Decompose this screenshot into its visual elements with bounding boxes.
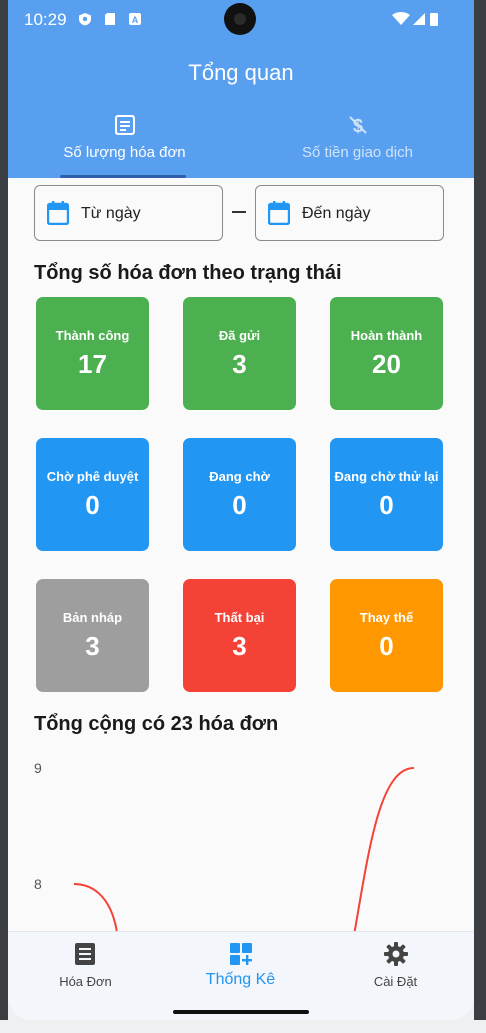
calendar-icon	[47, 201, 69, 225]
chart-series-line	[73, 767, 415, 932]
nav-invoices[interactable]: Hóa Đơn	[8, 932, 163, 1002]
from-date-field[interactable]: Từ ngày	[34, 185, 223, 241]
page-title: Tổng quan	[188, 60, 294, 85]
status-card-label: Đang chờ	[209, 469, 270, 484]
date-range-separator	[232, 211, 246, 213]
status-card-label: Chờ phê duyệt	[46, 469, 139, 484]
status-card-value: 0	[379, 490, 394, 520]
status-card-label: Đang chờ thử lại	[334, 469, 439, 484]
to-date-field[interactable]: Đến ngày	[255, 185, 444, 241]
status-bar: 10:29 A	[8, 0, 474, 40]
tab-invoice-count[interactable]: Số lượng hóa đơn	[8, 110, 241, 178]
from-date-label: Từ ngày	[81, 205, 141, 222]
app-screen: 10:29 A Tổng quan Số lượng hóa đơn Số ti…	[8, 0, 474, 1020]
tab-label: Số tiền giao dịch	[302, 144, 413, 161]
status-card-failed[interactable]: Thất bại 3	[183, 579, 296, 692]
status-card-completed[interactable]: Hoàn thành 20	[330, 297, 443, 410]
invoice-chart: 9 8	[8, 752, 474, 932]
front-camera	[224, 3, 256, 35]
nav-label: Cài Đặt	[373, 974, 418, 989]
receipt-long-icon	[75, 943, 95, 965]
status-card-value: 20	[372, 349, 401, 379]
money-off-icon: $	[349, 116, 367, 136]
nav-label: Thống Kê	[205, 971, 276, 988]
status-card-draft[interactable]: Bản nháp 3	[36, 579, 149, 692]
dashboard-add-icon	[230, 943, 252, 965]
status-card-value: 0	[85, 490, 100, 520]
status-card-sent[interactable]: Đã gửi 3	[183, 297, 296, 410]
device-bezel-left	[0, 0, 8, 1020]
nav-label: Hóa Đơn	[59, 974, 112, 989]
device-frame: 10:29 A Tổng quan Số lượng hóa đơn Số ti…	[0, 0, 486, 1033]
status-card-label: Hoàn thành	[350, 328, 423, 343]
tab-indicator	[60, 175, 186, 178]
svg-text:A: A	[132, 15, 139, 25]
app-bar: 10:29 A Tổng quan Số lượng hóa đơn Số ti…	[8, 0, 474, 178]
tab-label: Số lượng hóa đơn	[63, 144, 186, 161]
battery-icon	[430, 13, 438, 26]
to-date-label: Đến ngày	[302, 205, 371, 222]
app-notification-icon: A	[129, 13, 141, 25]
status-card-label: Đã gửi	[218, 328, 261, 343]
gesture-home-bar	[173, 1010, 309, 1014]
calendar-icon	[268, 201, 290, 225]
status-card-label: Thành công	[55, 328, 130, 343]
sd-card-icon	[105, 13, 115, 25]
nav-settings[interactable]: Cài Đặt	[318, 932, 473, 1002]
status-card-label: Thất bại	[214, 610, 265, 625]
chart-plot-area	[73, 767, 415, 932]
page-bottom	[0, 1020, 486, 1033]
receipt-icon	[115, 115, 135, 135]
status-card-replaced[interactable]: Thay thế 0	[330, 579, 443, 692]
status-card-value: 17	[78, 349, 107, 379]
status-time: 10:29	[24, 10, 67, 29]
status-card-value: 3	[232, 349, 247, 379]
wifi-icon	[392, 12, 410, 25]
nav-statistics[interactable]: Thống Kê	[163, 932, 318, 1002]
settings-gear-icon	[384, 942, 408, 966]
device-bezel-right	[474, 0, 486, 1020]
status-card-value: 0	[232, 490, 247, 520]
status-card-pending-approval[interactable]: Chờ phê duyệt 0	[36, 438, 149, 551]
signal-icon	[413, 13, 425, 25]
status-card-value: 3	[232, 631, 247, 661]
tab-transaction-amount[interactable]: $ Số tiền giao dịch	[241, 110, 474, 178]
shield-icon	[79, 13, 91, 26]
status-card-success[interactable]: Thành công 17	[36, 297, 149, 410]
status-card-waiting[interactable]: Đang chờ 0	[183, 438, 296, 551]
status-card-value: 3	[85, 631, 100, 661]
status-card-label: Thay thế	[359, 610, 414, 625]
status-card-retry-pending[interactable]: Đang chờ thử lại 0	[330, 438, 443, 551]
status-card-value: 0	[379, 631, 394, 661]
status-card-label: Bản nháp	[62, 610, 123, 625]
status-section-title: Tổng số hóa đơn theo trạng thái	[34, 262, 342, 284]
invoice-total-title: Tổng cộng có 23 hóa đơn	[34, 713, 279, 735]
bottom-navigation: Hóa Đơn Thống Kê Cài Đặt	[8, 931, 474, 1020]
